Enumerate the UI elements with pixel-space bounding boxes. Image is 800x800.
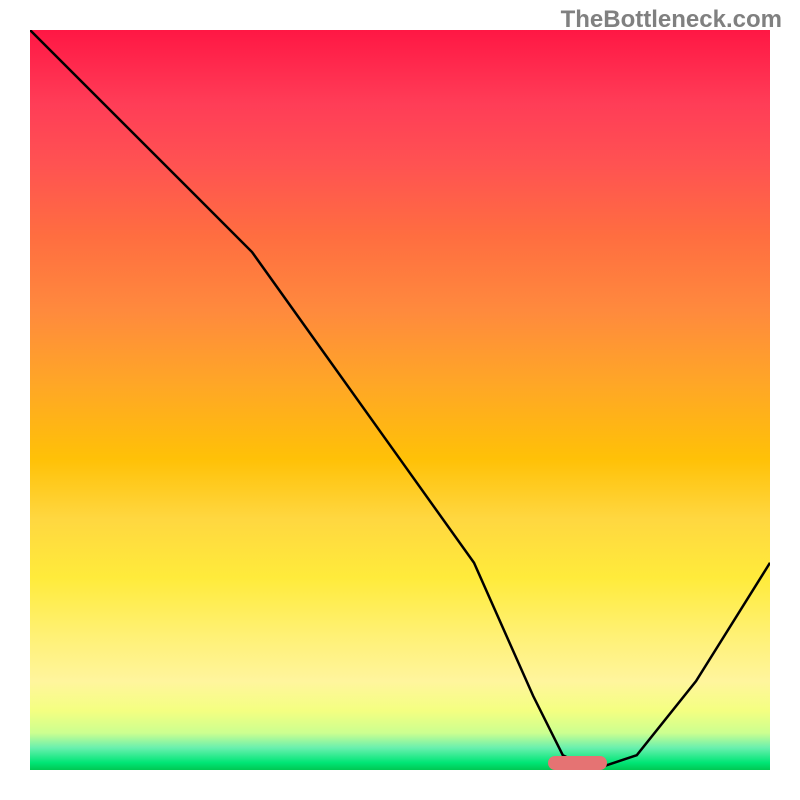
watermark-text: TheBottleneck.com <box>561 6 782 34</box>
optimal-range-marker <box>548 756 607 770</box>
chart-plot-area <box>30 30 770 770</box>
bottleneck-curve <box>30 30 770 770</box>
chart-line-layer <box>30 30 770 770</box>
